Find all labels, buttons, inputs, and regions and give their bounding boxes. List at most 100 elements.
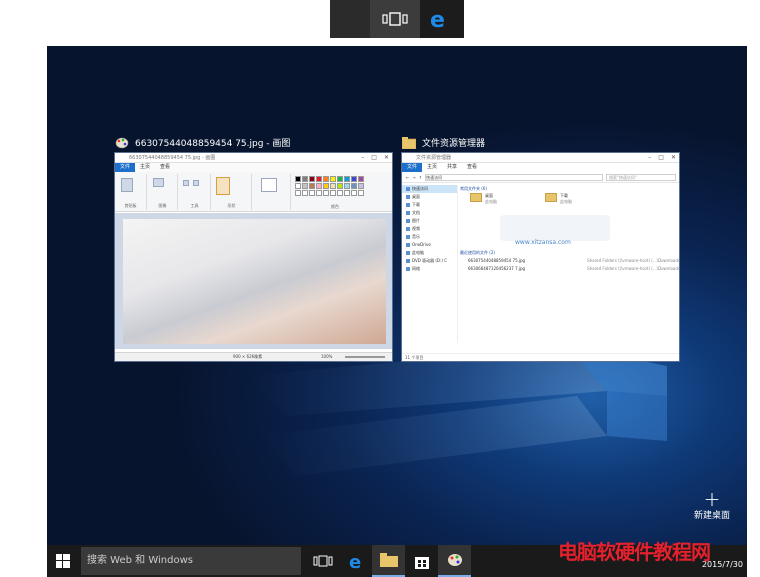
back-icon[interactable]: ← xyxy=(406,175,409,180)
folder-icon xyxy=(470,193,482,202)
color-swatch[interactable] xyxy=(337,190,343,196)
ribbon-group-image: 图像 xyxy=(148,174,178,210)
nav-item-pictures[interactable]: 图片 xyxy=(402,217,457,225)
taskbar-edge-button[interactable]: e xyxy=(339,545,372,577)
taskbar-file-explorer-button[interactable] xyxy=(372,545,405,577)
explorer-titlebar: 文件资源管理器 – □ ✕ xyxy=(402,153,679,163)
explorer-window-label[interactable]: 文件资源管理器 xyxy=(402,136,485,149)
paint-window-thumbnail[interactable]: 66307544048859454 75.jpg - 画图 – □ ✕ 文件 主… xyxy=(114,152,393,362)
nav-item-quick-access[interactable]: 快速访问 xyxy=(402,185,457,193)
color-swatch[interactable] xyxy=(330,190,336,196)
maximize-icon[interactable]: □ xyxy=(658,153,664,163)
color-swatch[interactable] xyxy=(330,183,336,189)
explorer-window-thumbnail[interactable]: 文件资源管理器 – □ ✕ 文件 主页 共享 查看 ← → ↑ 快速访问 搜索"… xyxy=(401,152,680,362)
tab-view[interactable]: 查看 xyxy=(155,163,175,172)
color-palette xyxy=(295,176,364,196)
color-swatch[interactable] xyxy=(323,190,329,196)
canvas-image[interactable] xyxy=(123,219,386,344)
tab-home[interactable]: 主页 xyxy=(135,163,155,172)
color-swatch[interactable] xyxy=(323,176,329,182)
color-swatch[interactable] xyxy=(351,183,357,189)
list-item[interactable]: 663066487120456237 7.jpg Shared Folders … xyxy=(460,265,679,273)
color-swatch[interactable] xyxy=(302,176,308,182)
address-bar: ← → ↑ 快速访问 搜索"快速访问" xyxy=(402,172,679,183)
tab-file[interactable]: 文件 xyxy=(402,163,423,172)
zoom-slider[interactable] xyxy=(345,356,385,358)
taskbar-search-input[interactable]: 搜索 Web 和 Windows xyxy=(81,547,301,575)
color-swatch[interactable] xyxy=(344,183,350,189)
taskbar-paint-button[interactable] xyxy=(438,545,471,577)
nav-item-dvd-drive[interactable]: DVD 驱动器 (D:) C xyxy=(402,257,457,265)
paste-icon[interactable] xyxy=(121,178,133,192)
tab-view[interactable]: 查看 xyxy=(462,163,482,172)
color-swatch[interactable] xyxy=(358,176,364,182)
color-swatch[interactable] xyxy=(295,176,301,182)
nav-item-onedrive[interactable]: OneDrive xyxy=(402,241,457,249)
color-swatch[interactable] xyxy=(316,176,322,182)
nav-item-videos[interactable]: 视频 xyxy=(402,225,457,233)
plus-icon: + xyxy=(703,487,721,511)
color-swatch[interactable] xyxy=(337,183,343,189)
color-swatch[interactable] xyxy=(358,190,364,196)
folder-downloads[interactable]: 下载 此电脑 xyxy=(545,193,572,209)
nav-item-music[interactable]: 音乐 xyxy=(402,233,457,241)
up-icon[interactable]: ↑ xyxy=(419,175,422,180)
color-swatch[interactable] xyxy=(295,190,301,196)
taskbar-store-button[interactable] xyxy=(405,545,438,577)
taskbar-task-view-button[interactable] xyxy=(306,545,339,577)
nav-item-this-pc[interactable]: 此电脑 xyxy=(402,249,457,257)
color-swatch[interactable] xyxy=(316,190,322,196)
edge-button[interactable]: e xyxy=(420,0,458,38)
close-icon[interactable]: ✕ xyxy=(384,153,389,163)
color-swatch[interactable] xyxy=(295,183,301,189)
color-swatch[interactable] xyxy=(330,176,336,182)
color-swatch[interactable] xyxy=(344,176,350,182)
search-input[interactable]: 搜索"快速访问" xyxy=(606,173,676,181)
tab-home[interactable]: 主页 xyxy=(422,163,442,172)
brush-icon[interactable] xyxy=(216,177,230,195)
pencil-icon[interactable] xyxy=(183,180,189,186)
color-swatch[interactable] xyxy=(309,190,315,196)
color-swatch[interactable] xyxy=(351,190,357,196)
edge-icon: e xyxy=(349,552,361,570)
paint-status-bar: 900 × 626像素 100% xyxy=(115,352,392,361)
color-swatch[interactable] xyxy=(358,183,364,189)
paint-canvas-area xyxy=(115,213,392,349)
section-recent-files[interactable]: 最近使用的文件 (2) xyxy=(460,249,679,257)
tab-share[interactable]: 共享 xyxy=(442,163,462,172)
nav-item-network[interactable]: 网络 xyxy=(402,265,457,273)
forward-icon[interactable]: → xyxy=(412,175,415,180)
color-swatch[interactable] xyxy=(337,176,343,182)
tab-file[interactable]: 文件 xyxy=(115,163,136,172)
list-item[interactable]: 66307544048859454 75.jpg Shared Folders … xyxy=(460,257,679,265)
color-swatch[interactable] xyxy=(302,183,308,189)
line-size-icon[interactable] xyxy=(261,178,277,192)
section-frequent-folders[interactable]: 常用文件夹 (6) xyxy=(460,185,679,193)
close-icon[interactable]: ✕ xyxy=(671,153,676,163)
address-field[interactable]: 快速访问 xyxy=(425,173,603,181)
image-size-text: 900 × 626像素 xyxy=(233,354,263,359)
maximize-icon[interactable]: □ xyxy=(371,153,377,163)
color-swatch[interactable] xyxy=(351,176,357,182)
new-desktop-button[interactable]: + 新建桌面 xyxy=(687,487,737,521)
paint-window-label[interactable]: 66307544048859454 75.jpg - 画图 xyxy=(115,136,290,149)
color-swatch[interactable] xyxy=(316,183,322,189)
top-taskbar-crop: e xyxy=(330,0,464,38)
color-swatch[interactable] xyxy=(323,183,329,189)
navigation-pane: 快速访问 桌面 下载 文档 图片 视频 音乐 OneDrive 此电脑 DVD … xyxy=(402,185,458,343)
color-swatch[interactable] xyxy=(309,183,315,189)
folder-desktop[interactable]: 桌面 此电脑 xyxy=(470,193,497,209)
start-button[interactable] xyxy=(47,545,79,577)
nav-item-desktop[interactable]: 桌面 xyxy=(402,193,457,201)
fill-icon[interactable] xyxy=(193,180,199,186)
nav-item-documents[interactable]: 文档 xyxy=(402,209,457,217)
minimize-icon[interactable]: – xyxy=(648,153,651,163)
minimize-icon[interactable]: – xyxy=(361,153,364,163)
color-swatch[interactable] xyxy=(344,190,350,196)
explorer-content: 常用文件夹 (6) 桌面 此电脑 下载 此电脑 www.xitzansa.com 最… xyxy=(460,185,679,343)
color-swatch[interactable] xyxy=(309,176,315,182)
task-view-button[interactable] xyxy=(370,0,420,38)
select-icon[interactable] xyxy=(153,178,164,187)
nav-item-downloads[interactable]: 下载 xyxy=(402,201,457,209)
color-swatch[interactable] xyxy=(302,190,308,196)
